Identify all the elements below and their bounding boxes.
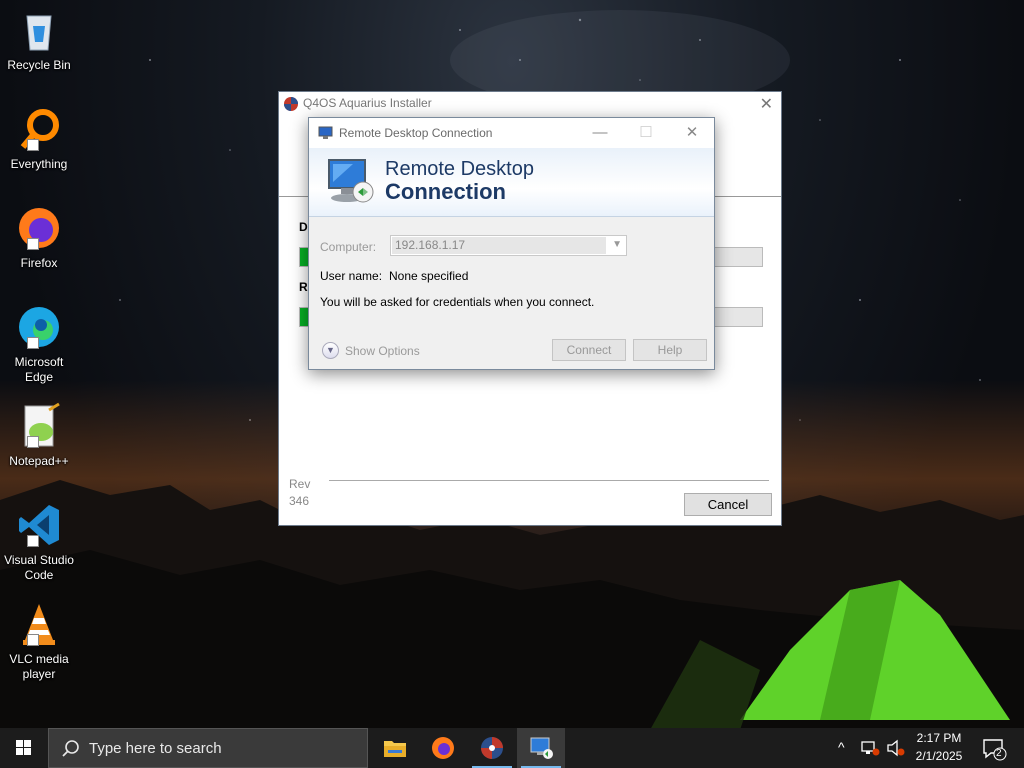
notification-center-icon[interactable]: 2 <box>982 737 1008 764</box>
installer-title: Q4OS Aquarius Installer <box>303 96 432 110</box>
maximize-button: ☐ <box>639 124 653 141</box>
installer-footer-divider <box>329 480 769 481</box>
show-options-link[interactable]: Show Options <box>345 344 420 358</box>
desktop-icon-label: Microsoft Edge <box>14 355 64 384</box>
desktop-icon-vscode[interactable]: Visual Studio Code <box>2 501 76 583</box>
edge-icon <box>15 303 63 351</box>
banner-title-line1: Remote Desktop <box>385 158 534 180</box>
firefox-icon <box>432 737 454 759</box>
cancel-button[interactable]: Cancel <box>684 493 772 516</box>
vlc-cone-icon <box>15 600 63 648</box>
desktop-icon-notepadpp[interactable]: Notepad++ <box>2 402 76 469</box>
taskbar-firefox[interactable] <box>419 728 467 768</box>
connect-button[interactable]: Connect <box>552 339 626 361</box>
help-button[interactable]: Help <box>633 339 707 361</box>
rdc-title: Remote Desktop Connection <box>339 126 493 140</box>
rdc-app-icon <box>318 125 334 141</box>
desktop-icon-label: Firefox <box>20 256 58 270</box>
clock-date[interactable]: 2/1/2025 <box>908 749 970 763</box>
search-icon <box>61 739 81 762</box>
vscode-icon <box>15 501 63 549</box>
network-icon[interactable] <box>860 739 880 760</box>
installer-titlebar[interactable]: Q4OS Aquarius Installer ✕ <box>279 92 781 114</box>
desktop-icon-edge[interactable]: Microsoft Edge <box>2 303 76 385</box>
taskbar-file-explorer[interactable] <box>371 728 419 768</box>
chevron-down-icon[interactable]: ▼ <box>612 239 622 250</box>
notification-count: 2 <box>996 748 1002 759</box>
computer-label: Computer: <box>320 240 377 254</box>
installer-step-label-2: R <box>299 280 308 294</box>
rdc-dialog[interactable]: Remote Desktop Connection — ☐ ✕ Remote D… <box>308 117 715 370</box>
desktop-icon-recycle-bin[interactable]: Recycle Bin <box>2 6 76 73</box>
desktop-icon-label: Notepad++ <box>9 454 69 468</box>
desktop-icon-label: Visual Studio Code <box>4 553 74 582</box>
start-button[interactable] <box>0 728 48 768</box>
installer-close-button[interactable]: ✕ <box>760 94 773 116</box>
volume-muted-icon[interactable] <box>886 739 906 760</box>
minimize-button[interactable]: — <box>577 118 623 148</box>
search-placeholder: Type here to search <box>89 740 222 757</box>
desktop-icon-label: Everything <box>10 157 68 171</box>
rdc-banner: Remote Desktop Connection <box>309 148 714 217</box>
remote-monitor-icon <box>325 156 377 208</box>
banner-title-line2: Connection <box>385 179 506 204</box>
taskbar-remote-desktop[interactable] <box>517 728 565 768</box>
everything-search-icon <box>15 105 63 153</box>
credentials-info: You will be asked for credentials when y… <box>320 295 595 309</box>
desktop-icon-vlc[interactable]: VLC media player <box>2 600 76 682</box>
username-value: None specified <box>389 269 469 283</box>
installer-step-label-1: D <box>299 220 308 234</box>
firefox-icon <box>15 204 63 252</box>
desktop-icon-label: VLC media player <box>9 652 69 681</box>
desktop-icon-everything[interactable]: Everything <box>2 105 76 172</box>
folder-icon <box>384 741 406 757</box>
computer-combobox[interactable]: 192.168.1.17 ▼ <box>390 235 627 256</box>
close-button[interactable]: ✕ <box>669 118 715 148</box>
chevron-up-icon[interactable]: ^ <box>838 739 845 755</box>
rdc-titlebar[interactable]: Remote Desktop Connection — ☐ ✕ <box>309 118 714 148</box>
search-box[interactable]: Type here to search <box>48 728 368 768</box>
expand-options-icon[interactable]: ▼ <box>322 342 339 359</box>
clock-time[interactable]: 2:17 PM <box>908 731 970 745</box>
installer-revision-line-1: Rev <box>289 477 311 491</box>
desktop-icon-label: Recycle Bin <box>7 58 71 72</box>
desktop-icon-firefox[interactable]: Firefox <box>2 204 76 271</box>
q4os-logo-icon <box>283 96 299 119</box>
q4os-logo-icon <box>481 737 503 759</box>
installer-revision-line-2: 346 <box>289 494 310 508</box>
computer-value: 192.168.1.17 <box>392 237 606 254</box>
remote-desktop-icon <box>530 737 553 759</box>
taskbar-q4os-installer[interactable] <box>468 728 516 768</box>
notepadpp-icon <box>15 402 63 450</box>
taskbar: Type here to search ^ 2:17 PM 2/1/2025 2 <box>0 728 1024 768</box>
recycle-bin-icon <box>15 6 63 54</box>
windows-logo-icon <box>16 740 31 755</box>
username-label: User name: <box>320 269 383 283</box>
